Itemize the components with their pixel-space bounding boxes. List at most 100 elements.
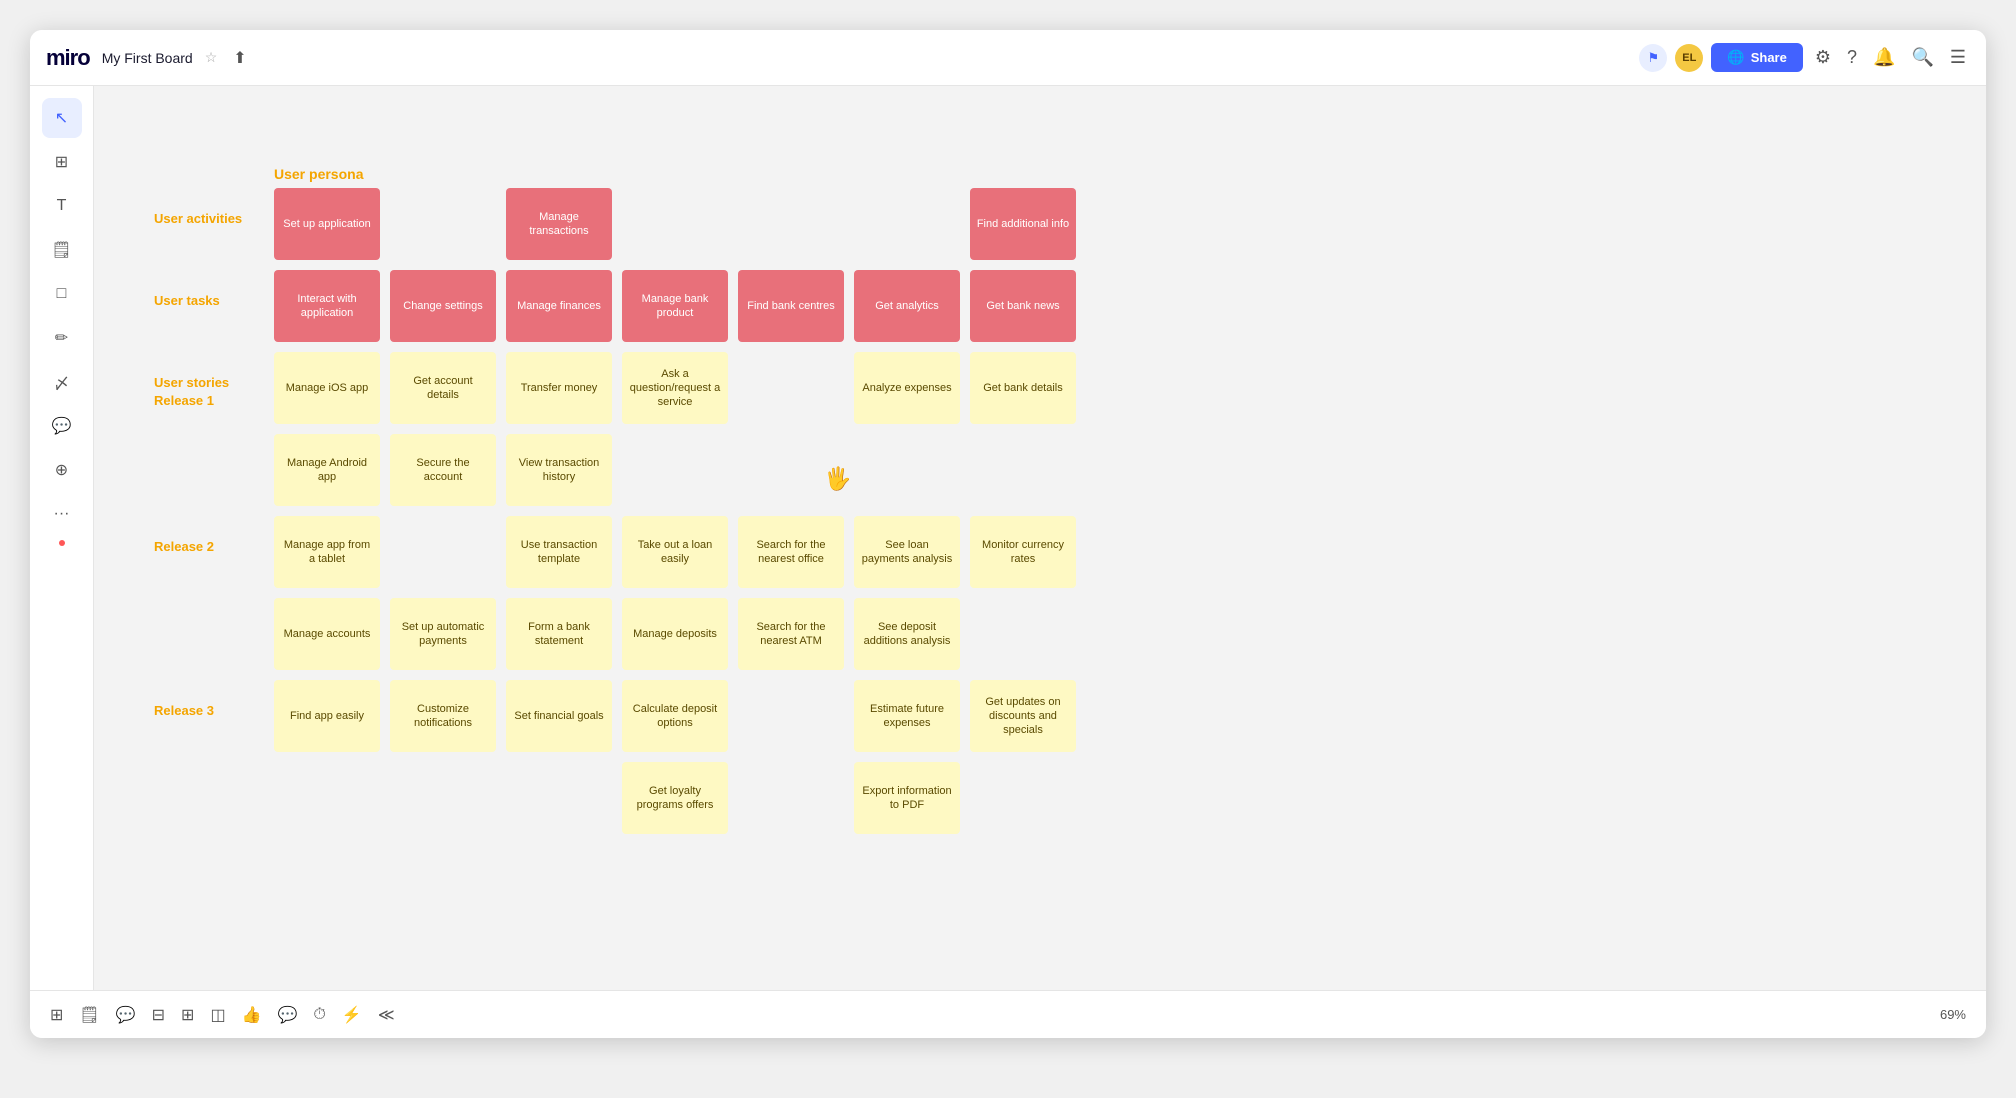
release1-row1: User stories Release 1 Manage iOS app Ge… [154,352,1076,424]
empty [622,188,728,260]
collapse-tool[interactable]: ≪ [378,1005,395,1025]
sticky-bottom-tool[interactable]: 🗒 [79,1005,99,1025]
user-tasks-cards: Interact with application Change setting… [274,270,1076,342]
release2-label: Release 2 [154,516,274,556]
logo: miro [46,45,90,71]
board-title[interactable]: My First Board [102,50,193,66]
sticky-find-additional-info[interactable]: Find additional info [970,188,1076,260]
user-activities-row: User activities Set up application Manag… [154,188,1076,260]
sticky-monitor-currency[interactable]: Monitor currency rates [970,516,1076,588]
empty [854,434,960,506]
marker-tool[interactable]: 〆 [42,362,82,402]
release2-row2: Manage accounts Set up automatic payment… [154,598,1076,670]
timer-tool[interactable]: ⏱ [313,1006,325,1024]
user-tasks-row: User tasks Interact with application Cha… [154,270,1076,342]
sticky-get-account-details[interactable]: Get account details [390,352,496,424]
notification-dot [59,540,65,546]
main-canvas[interactable]: User persona User activities Set up appl… [94,86,1986,990]
more-tool[interactable]: ··· [42,494,82,534]
release3-row2: Get loyalty programs offers Export infor… [154,762,1076,834]
lightning-tool[interactable]: ⚡ [342,1005,362,1025]
share-button[interactable]: 🌐 Share [1711,43,1803,72]
canvas-area: ↖ ⊞ T 🗒 □ ✏ 〆 💬 ⊕ ··· User persona User … [30,86,1986,990]
sticky-search-nearest-office[interactable]: Search for the nearest office [738,516,844,588]
sticky-set-up-application[interactable]: Set up application [274,188,380,260]
empty [390,516,496,588]
empty [738,434,844,506]
grid-tool[interactable]: ⊞ [181,1005,194,1025]
empty-label [154,434,274,456]
sticky-secure-account[interactable]: Secure the account [390,434,496,506]
sticky-manage-app-tablet[interactable]: Manage app from a tablet [274,516,380,588]
sticky-manage-ios[interactable]: Manage iOS app [274,352,380,424]
rectangle-tool[interactable]: □ [42,274,82,314]
sticky-use-transaction-template[interactable]: Use transaction template [506,516,612,588]
sticky-analyze-expenses[interactable]: Analyze expenses [854,352,960,424]
comment-bottom-tool[interactable]: 💬 [116,1005,136,1025]
empty-label3 [154,762,274,784]
sticky-export-pdf[interactable]: Export information to PDF [854,762,960,834]
sticky-customize-notifications[interactable]: Customize notifications [390,680,496,752]
help-icon[interactable]: ? [1843,43,1861,72]
sticky-manage-bank-product[interactable]: Manage bank product [622,270,728,342]
sticky-ask-question[interactable]: Ask a question/request a service [622,352,728,424]
user-activities-label: User activities [154,188,274,228]
sticky-manage-deposits[interactable]: Manage deposits [622,598,728,670]
bottom-toolbar: ⊞ 🗒 💬 ⊟ ⊞ ◫ 👍 💬 ⏱ ⚡ ≪ 69% [30,990,1986,1038]
sticky-manage-accounts[interactable]: Manage accounts [274,598,380,670]
sticky-loyalty-programs[interactable]: Get loyalty programs offers [622,762,728,834]
upload-icon[interactable]: ⬆ [233,48,246,68]
release3-row1: Release 3 Find app easily Customize noti… [154,680,1076,752]
frame-tool[interactable]: ⊞ [42,142,82,182]
user-activities-cards: Set up application Manage transactions F… [274,188,1076,260]
sticky-change-settings[interactable]: Change settings [390,270,496,342]
empty-label2 [154,598,274,620]
search-icon[interactable]: 🔍 [1907,43,1937,72]
sticky-manage-transactions[interactable]: Manage transactions [506,188,612,260]
empty [274,762,380,834]
filter-icon[interactable]: ⚑ [1639,44,1667,72]
crop-tool[interactable]: ⊕ [42,450,82,490]
sticky-tool[interactable]: 🗒 [42,230,82,270]
like-tool[interactable]: 👍 [242,1005,262,1025]
app-window: miro My First Board ☆ ⬆ ⚑ EL 🌐 Share ⚙ ?… [30,30,1986,1038]
sticky-see-deposit-analysis[interactable]: See deposit additions analysis [854,598,960,670]
left-toolbar: ↖ ⊞ T 🗒 □ ✏ 〆 💬 ⊕ ··· [30,86,94,990]
template-tool[interactable]: ◫ [210,1005,225,1025]
chat-tool[interactable]: 💬 [278,1005,298,1025]
sticky-find-bank-centres[interactable]: Find bank centres [738,270,844,342]
sticky-get-bank-details[interactable]: Get bank details [970,352,1076,424]
sticky-take-out-loan[interactable]: Take out a loan easily [622,516,728,588]
sticky-manage-finances[interactable]: Manage finances [506,270,612,342]
sticky-interact-with-app[interactable]: Interact with application [274,270,380,342]
notifications-icon[interactable]: 🔔 [1869,43,1899,72]
sticky-set-financial-goals[interactable]: Set financial goals [506,680,612,752]
sticky-view-transaction-history[interactable]: View transaction history [506,434,612,506]
text-tool[interactable]: T [42,186,82,226]
user-tasks-label: User tasks [154,270,274,310]
sticky-get-updates-discounts[interactable]: Get updates on discounts and specials [970,680,1076,752]
table-tool[interactable]: ⊟ [152,1005,165,1025]
globe-icon: 🌐 [1727,49,1744,66]
sticky-estimate-future-expenses[interactable]: Estimate future expenses [854,680,960,752]
sticky-form-bank-statement[interactable]: Form a bank statement [506,598,612,670]
cursor-tool[interactable]: ↖ [42,98,82,138]
sticky-get-bank-news[interactable]: Get bank news [970,270,1076,342]
comment-tool[interactable]: 💬 [42,406,82,446]
settings-icon[interactable]: ⚙ [1811,43,1835,72]
release2-row1: Release 2 Manage app from a tablet Use t… [154,516,1076,588]
sticky-transfer-money[interactable]: Transfer money [506,352,612,424]
menu-icon[interactable]: ☰ [1946,43,1970,72]
sticky-set-up-automatic[interactable]: Set up automatic payments [390,598,496,670]
star-icon[interactable]: ☆ [205,49,218,66]
empty [622,434,728,506]
sticky-get-analytics[interactable]: Get analytics [854,270,960,342]
pen-tool[interactable]: ✏ [42,318,82,358]
sticky-see-loan-payments[interactable]: See loan payments analysis [854,516,960,588]
sticky-find-app-easily[interactable]: Find app easily [274,680,380,752]
sticky-calculate-deposit[interactable]: Calculate deposit options [622,680,728,752]
sticky-search-nearest-atm[interactable]: Search for the nearest ATM [738,598,844,670]
avatar: EL [1675,44,1703,72]
frame-bottom-tool[interactable]: ⊞ [50,1005,63,1025]
sticky-manage-android[interactable]: Manage Android app [274,434,380,506]
